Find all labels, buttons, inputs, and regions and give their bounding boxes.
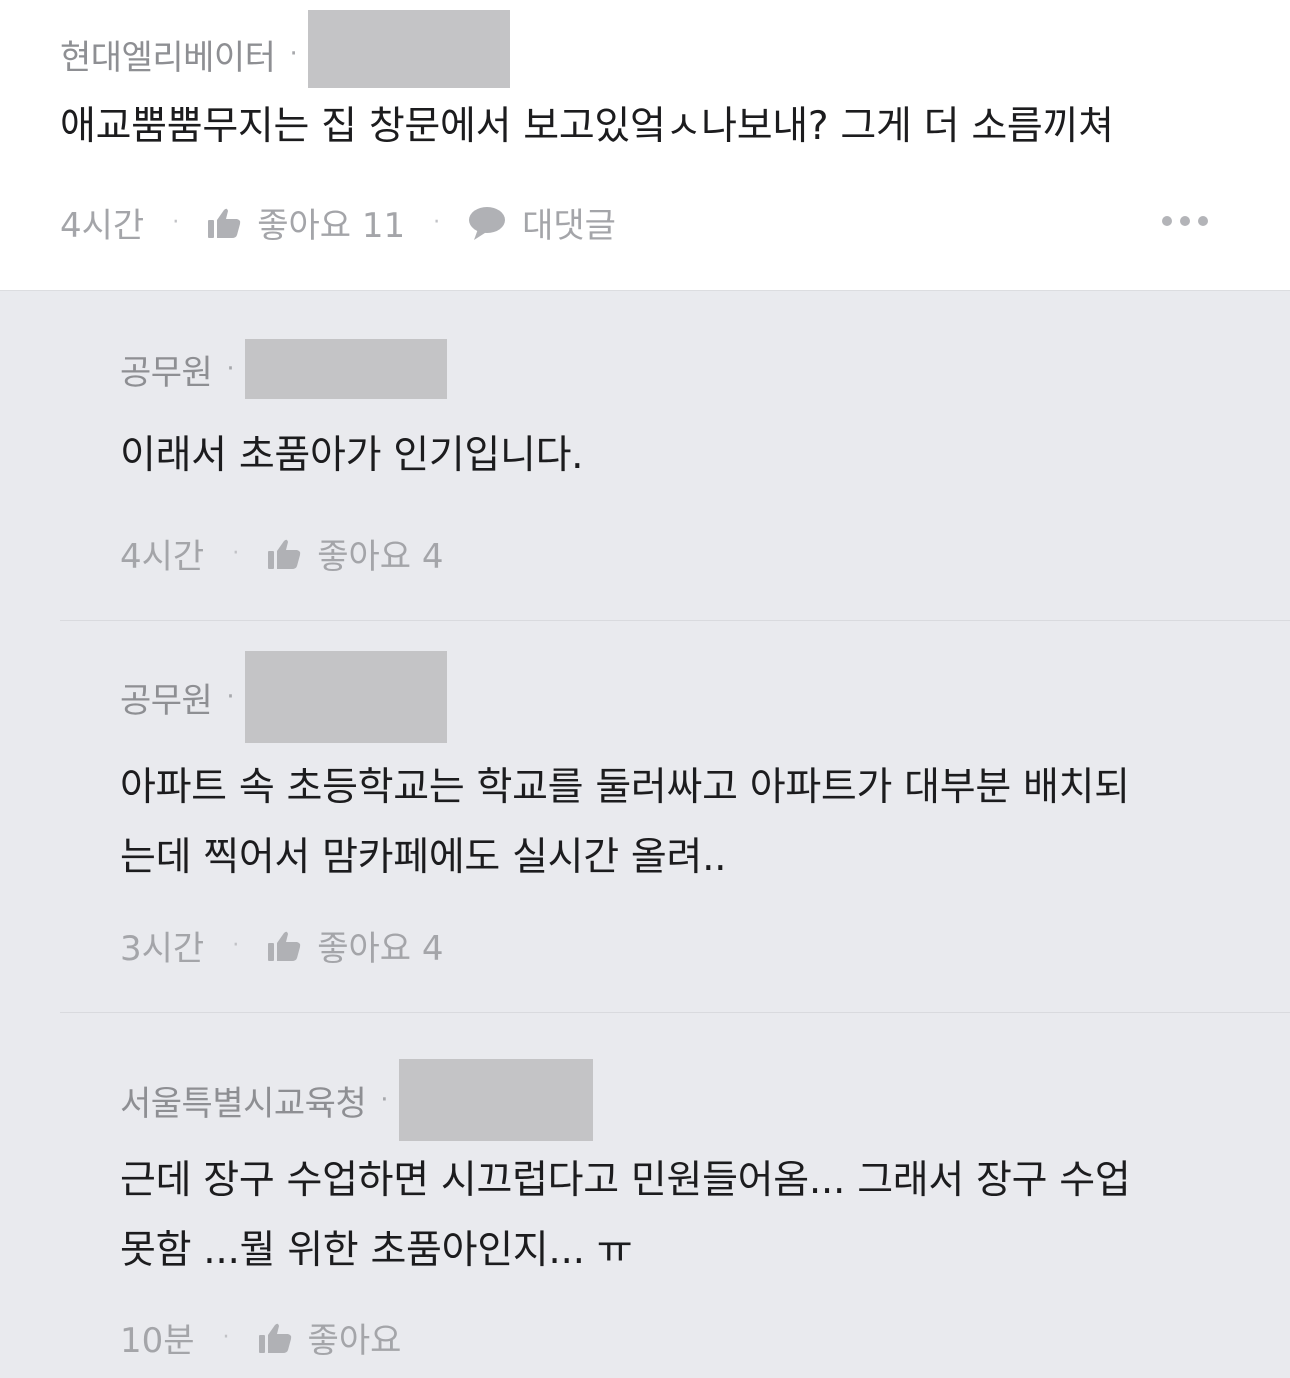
- reply-text-line: 근데 장구 수업하면 시끄럽다고 민원들어옴... 그래서 장구 수업: [120, 1158, 1131, 1203]
- comment-text: 애교뿜뿜무지는 집 창문에서 보고있엌ㅅ나보내? 그게 더 소름끼쳐: [60, 104, 1114, 149]
- thumbs-up-icon: [208, 208, 241, 238]
- separator-dot: ·: [289, 39, 298, 69]
- timestamp: 4시간: [120, 537, 205, 577]
- main-comment: 현대엘리베이터 · 애교뿜뿜무지는 집 창문에서 보고있엌ㅅ나보내? 그게 더 …: [0, 0, 1290, 291]
- reply-header: 공무원 ·: [120, 651, 447, 743]
- author-name[interactable]: 서울특별시교육청: [120, 1076, 367, 1125]
- reply-header: 공무원 ·: [120, 339, 447, 399]
- more-dots-icon: [1180, 216, 1190, 226]
- reply-text-line: 는데 찍어서 맘카페에도 실시간 올려..: [120, 835, 727, 880]
- redacted-author-info: [244, 339, 447, 399]
- redacted-author-info: [307, 10, 510, 88]
- separator-dot: ·: [380, 1085, 389, 1115]
- more-options-button[interactable]: [1162, 216, 1208, 226]
- reply-label: 대댓글: [522, 206, 616, 246]
- like-count-label: 좋아요 4: [317, 537, 444, 577]
- like-button[interactable]: 좋아요 4: [267, 529, 443, 578]
- more-dots-icon: [1198, 216, 1208, 226]
- reply-divider: [60, 620, 1290, 621]
- reply-text-line: 못함 ...뭘 위한 초품아인지... ㅠ: [120, 1228, 633, 1273]
- separator-dot: ·: [226, 354, 235, 384]
- redacted-author-info: [244, 651, 447, 743]
- separator-dot: ·: [232, 541, 240, 566]
- more-dots-icon: [1162, 216, 1172, 226]
- reply-text: 이래서 초품아가 인기입니다.: [120, 421, 584, 491]
- like-button[interactable]: 좋아요 11: [207, 198, 405, 247]
- comment-actions: 4시간 · 좋아요 11 · 대댓글: [60, 198, 616, 247]
- reply-text-line: 이래서 초품아가 인기입니다.: [120, 433, 584, 478]
- separator-dot: ·: [433, 210, 441, 235]
- author-name[interactable]: 공무원: [120, 345, 213, 394]
- reply-divider: [60, 1012, 1290, 1013]
- reply-actions: 4시간 · 좋아요 4: [120, 529, 443, 578]
- reply-button[interactable]: 대댓글: [468, 198, 616, 247]
- separator-dot: ·: [232, 933, 240, 958]
- reply-actions: 10분 · 좋아요: [120, 1313, 401, 1362]
- separator-dot: ·: [172, 210, 180, 235]
- redacted-author-info: [398, 1059, 593, 1141]
- reply-text: 아파트 속 초등학교는 학교를 둘러싸고 아파트가 대부분 배치되 는데 찍어서…: [120, 753, 1130, 893]
- like-button[interactable]: 좋아요 4: [267, 921, 443, 970]
- author-name[interactable]: 공무원: [120, 673, 213, 722]
- reply-header: 서울특별시교육청 ·: [120, 1059, 593, 1141]
- reply-actions: 3시간 · 좋아요 4: [120, 921, 443, 970]
- timestamp: 3시간: [120, 929, 205, 969]
- like-button[interactable]: 좋아요: [258, 1313, 402, 1362]
- author-name[interactable]: 현대엘리베이터: [60, 30, 276, 79]
- speech-bubble-icon: [469, 206, 506, 240]
- thumbs-up-icon: [268, 931, 301, 961]
- like-count-label: 좋아요: [307, 1321, 402, 1361]
- reply-text: 근데 장구 수업하면 시끄럽다고 민원들어옴... 그래서 장구 수업 못함 .…: [120, 1146, 1131, 1286]
- timestamp: 4시간: [60, 206, 145, 246]
- like-count-label: 좋아요 4: [317, 929, 444, 969]
- thumbs-up-icon: [258, 1323, 291, 1353]
- like-count-label: 좋아요 11: [257, 206, 406, 246]
- replies-section: 공무원 · 이래서 초품아가 인기입니다. 4시간 · 좋아요 4 공무원 ·: [0, 291, 1290, 1378]
- comment-header: 현대엘리베이터 ·: [60, 10, 510, 88]
- timestamp: 10분: [120, 1321, 195, 1361]
- separator-dot: ·: [226, 682, 235, 712]
- reply-text-line: 아파트 속 초등학교는 학교를 둘러싸고 아파트가 대부분 배치되: [120, 765, 1130, 810]
- separator-dot: ·: [222, 1325, 230, 1350]
- thumbs-up-icon: [268, 539, 301, 569]
